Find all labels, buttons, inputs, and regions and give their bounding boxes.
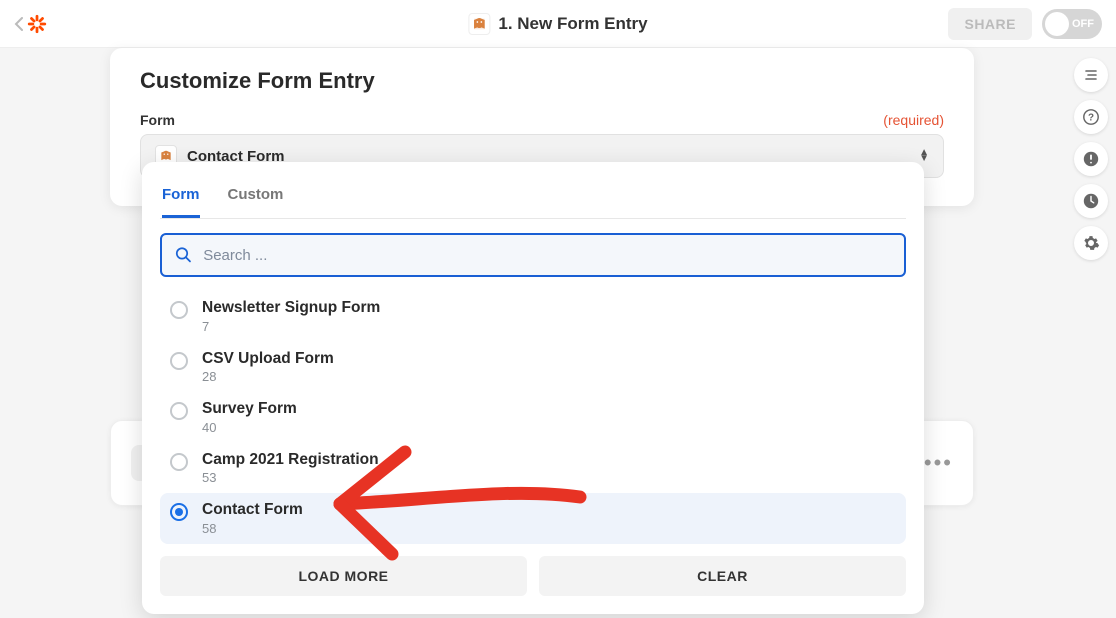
outline-icon[interactable] [1074, 58, 1108, 92]
clear-button[interactable]: CLEAR [539, 556, 906, 596]
option-id: 28 [202, 369, 334, 384]
field-label-form: Form [140, 112, 175, 128]
dropdown-tabs: Form Custom [160, 178, 906, 219]
toggle-knob [1045, 12, 1069, 36]
share-button[interactable]: SHARE [948, 8, 1032, 40]
toggle-label: OFF [1072, 18, 1094, 30]
settings-icon[interactable] [1074, 226, 1108, 260]
option-label: Camp 2021 Registration [202, 451, 379, 470]
panel-heading: Customize Form Entry [140, 68, 944, 94]
load-more-button[interactable]: LOAD MORE [160, 556, 527, 596]
help-icon[interactable]: ? [1074, 100, 1108, 134]
enabled-toggle[interactable]: OFF [1042, 9, 1102, 39]
tab-form[interactable]: Form [162, 178, 200, 218]
more-menu-icon[interactable]: ••• [924, 450, 953, 476]
option-id: 53 [202, 470, 379, 485]
tab-custom[interactable]: Custom [228, 178, 284, 218]
option-label: Newsletter Signup Form [202, 299, 380, 318]
step-title: 1. New Form Entry [498, 14, 647, 34]
back-button[interactable] [14, 13, 48, 35]
chevron-updown-icon: ▲▼ [919, 150, 929, 162]
option-label: Contact Form [202, 501, 303, 520]
svg-text:?: ? [1088, 113, 1094, 124]
form-option[interactable]: Newsletter Signup Form 7 [160, 291, 906, 342]
zapier-logo-icon [26, 13, 48, 35]
form-option[interactable]: Camp 2021 Registration 53 [160, 443, 906, 494]
option-label: Survey Form [202, 400, 297, 419]
search-input[interactable] [203, 247, 892, 264]
alert-icon[interactable] [1074, 142, 1108, 176]
search-icon [174, 245, 193, 265]
history-icon[interactable] [1074, 184, 1108, 218]
radio-icon [170, 453, 188, 471]
form-option[interactable]: Survey Form 40 [160, 392, 906, 443]
option-id: 40 [202, 420, 297, 435]
wpforms-icon [468, 13, 490, 35]
option-id: 58 [202, 521, 303, 536]
radio-icon [170, 301, 188, 319]
radio-icon [170, 503, 188, 521]
step-title-container: 1. New Form Entry [468, 13, 647, 35]
form-dropdown-panel: Form Custom Newsletter Signup Form 7 CSV… [142, 162, 924, 614]
radio-icon [170, 352, 188, 370]
required-label: (required) [883, 112, 944, 128]
radio-icon [170, 402, 188, 420]
option-label: CSV Upload Form [202, 350, 334, 369]
form-option[interactable]: CSV Upload Form 28 [160, 342, 906, 393]
option-list: Newsletter Signup Form 7 CSV Upload Form… [160, 291, 906, 544]
top-bar: 1. New Form Entry SHARE OFF [0, 0, 1116, 48]
option-id: 7 [202, 319, 380, 334]
side-toolbar: ? [1074, 58, 1108, 260]
form-option[interactable]: Contact Form 58 [160, 493, 906, 544]
search-input-wrap[interactable] [160, 233, 906, 277]
